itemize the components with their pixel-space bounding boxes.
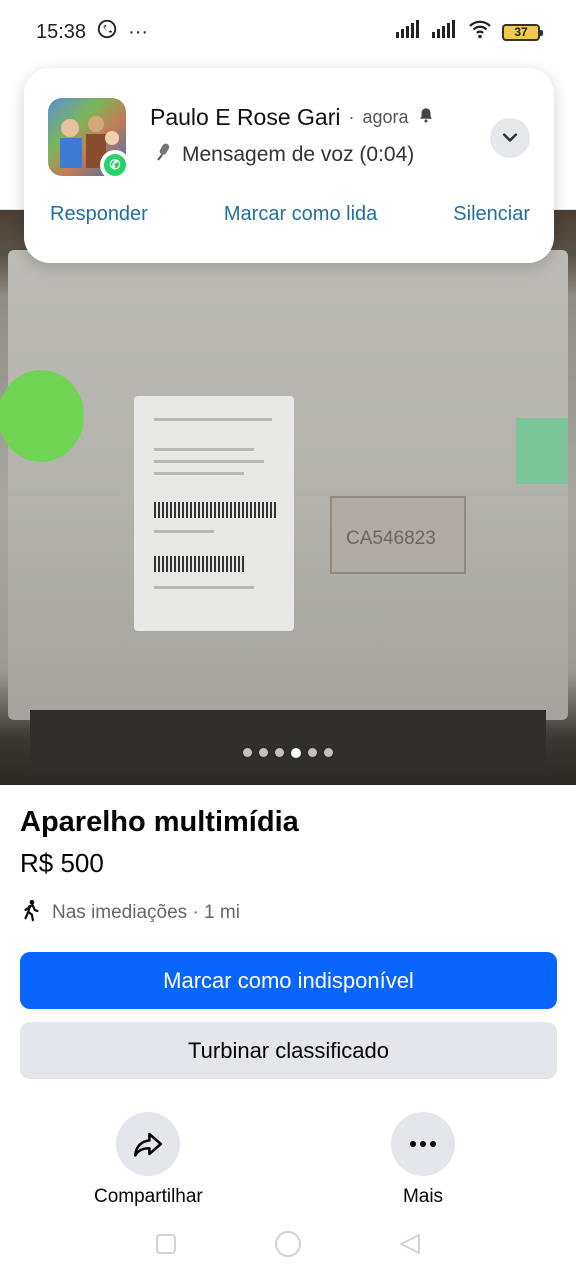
more-icon[interactable] (391, 1112, 455, 1176)
carousel-dot[interactable] (291, 748, 301, 758)
status-left: 15:38 ··· (36, 18, 148, 46)
product-label (134, 396, 294, 631)
listing-location: Nas imediações · 1 mi (20, 898, 240, 928)
share-action[interactable]: Compartilhar (94, 1112, 203, 1208)
reply-button[interactable]: Responder (50, 203, 148, 226)
notification-actions: Responder Marcar como lida Silenciar (50, 203, 530, 226)
share-icon[interactable] (116, 1112, 181, 1176)
location-text: Nas imediações · 1 mi (52, 902, 240, 923)
carousel-dots (0, 748, 576, 758)
listing-title: Aparelho multimídia (20, 806, 299, 838)
green-tag (516, 418, 568, 484)
signal-icon (396, 20, 422, 44)
mark-as-read-button[interactable]: Marcar como lida (224, 203, 377, 226)
whatsapp-badge-icon: ✆ (100, 150, 130, 180)
home-icon[interactable] (273, 1229, 303, 1264)
notification-message: Mensagem de voz (0:04) (152, 140, 414, 170)
more-label: Mais (402, 1186, 444, 1207)
device-front-panel (30, 710, 546, 772)
listing-price: R$ 500 (20, 848, 104, 878)
status-time: 15:38 (36, 20, 87, 43)
carousel-dot[interactable] (243, 748, 252, 757)
notification-message-text: Mensagem de voz (0:04) (182, 143, 415, 166)
microphone-icon (152, 140, 176, 170)
status-more-indicator: ··· (128, 20, 149, 43)
wifi-icon (468, 19, 492, 45)
status-bar: 15:38 ··· 37 (0, 0, 576, 64)
recents-icon[interactable] (154, 1232, 178, 1261)
serial-tag-text: CA546823 (346, 528, 436, 549)
chevron-down-icon[interactable] (490, 118, 530, 158)
notification-separator: · (348, 107, 355, 127)
walking-person-icon (20, 898, 42, 928)
battery-icon: 37 (502, 23, 543, 41)
carousel-dot[interactable] (259, 748, 268, 757)
carousel-dot[interactable] (275, 748, 284, 757)
notification-sender: Paulo E Rose Gari (150, 104, 341, 130)
back-icon[interactable] (398, 1232, 422, 1261)
green-sticker (0, 370, 84, 462)
signal-icon (432, 20, 458, 44)
carousel-dot[interactable] (324, 748, 333, 757)
serial-tag: CA546823 (330, 496, 466, 574)
more-action[interactable]: Mais (391, 1112, 455, 1208)
notification-time: agora (362, 107, 409, 127)
notification-header: Paulo E Rose Gari · agora (150, 104, 435, 131)
status-right: 37 (396, 19, 543, 45)
whatsapp-icon (96, 18, 118, 46)
whatsapp-notification[interactable]: ✆ Paulo E Rose Gari · agora Mensagem de … (24, 68, 554, 263)
boost-listing-button[interactable]: Turbinar classificado (20, 1022, 557, 1079)
share-label: Compartilhar (94, 1186, 203, 1207)
mute-button[interactable]: Silenciar (453, 203, 530, 226)
bell-off-icon (417, 106, 435, 129)
mark-unavailable-button[interactable]: Marcar como indisponível (20, 952, 557, 1009)
listing-photo[interactable]: CA546823 (0, 210, 576, 785)
system-nav-bar (0, 1212, 576, 1280)
carousel-dot[interactable] (308, 748, 317, 757)
device-image: CA546823 (0, 250, 568, 720)
